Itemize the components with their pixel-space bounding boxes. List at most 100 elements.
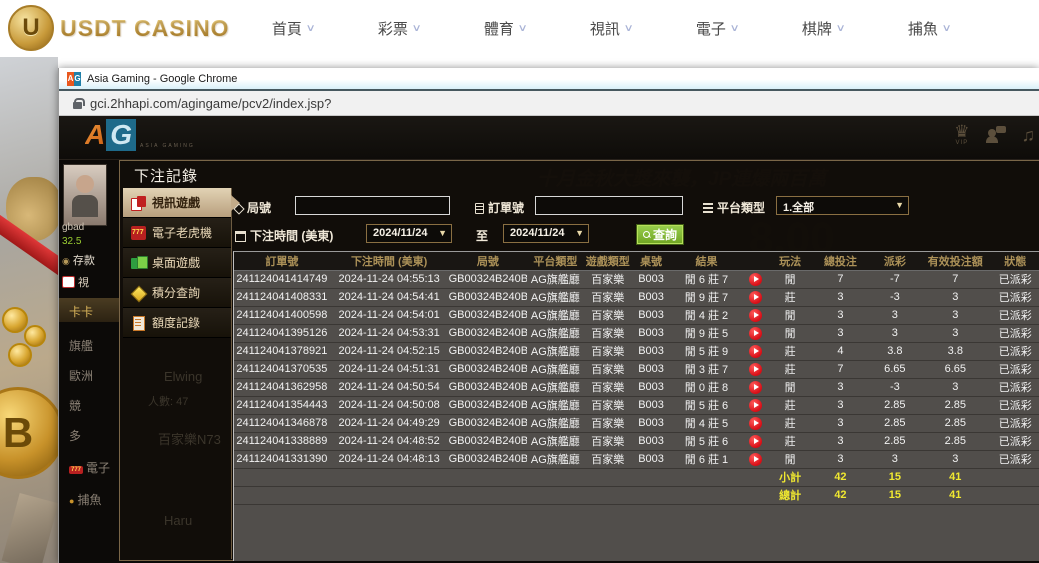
chevron-down-icon: ∨: [411, 23, 421, 34]
cell-status: 已派彩: [991, 360, 1039, 378]
cell-table_no: B003: [632, 306, 670, 324]
ag-header: AG ASIA GAMING ♛VIP ♫: [59, 116, 1039, 160]
customer-service-icon[interactable]: [986, 126, 1006, 144]
platform-type-select[interactable]: 1.全部▼: [776, 196, 909, 215]
cell-game_type: 百家樂: [584, 414, 632, 432]
cell-time: 2024-11-24 04:48:13: [330, 450, 449, 468]
col-header-3: 平台類型: [527, 252, 583, 270]
cell-status: 已派彩: [991, 396, 1039, 414]
spacer: [991, 468, 1039, 486]
cell-platform: AG旗艦廳: [527, 360, 583, 378]
screen: U USDT CASINO 首頁∨彩票∨體育∨視訊∨電子∨棋牌∨捕魚∨ B AG…: [0, 0, 1039, 563]
replay-button[interactable]: [749, 363, 762, 376]
panel-menu-item-2[interactable]: 桌面遊戲: [123, 248, 231, 278]
deposit-button[interactable]: 存款: [62, 252, 95, 268]
replay-button[interactable]: [749, 453, 762, 466]
game-no-input[interactable]: [295, 196, 450, 215]
table-row: 2411240413705352024-11-24 04:51:31GB0032…: [234, 360, 1039, 378]
replay-button[interactable]: [749, 399, 762, 412]
cell-order: 241124041378921: [234, 342, 330, 360]
video-games-lobby-item[interactable]: 視: [62, 274, 89, 290]
cell-play: 莊: [769, 432, 811, 450]
cell-payout: 3: [870, 324, 920, 342]
replay-button[interactable]: [749, 291, 762, 304]
cell-platform: AG旗艦廳: [527, 450, 583, 468]
lobby-menu-item-6[interactable]: 捕魚: [59, 486, 119, 510]
cell-order: 241124041370535: [234, 360, 330, 378]
cell-status: 已派彩: [991, 288, 1039, 306]
nav-item-3[interactable]: 視訊∨: [558, 0, 664, 57]
panel-menu-item-0[interactable]: 視訊遊戲: [123, 188, 231, 218]
replay-button[interactable]: [749, 345, 762, 358]
site-header: U USDT CASINO 首頁∨彩票∨體育∨視訊∨電子∨棋牌∨捕魚∨: [0, 0, 1039, 57]
total-payout: 15: [870, 486, 920, 504]
nav-item-4[interactable]: 電子∨: [664, 0, 770, 57]
cell-platform: AG旗艦廳: [527, 324, 583, 342]
lobby-menu-item-5[interactable]: 電子: [59, 454, 119, 478]
cell-play: 閒: [769, 306, 811, 324]
cell-valid: 6.65: [920, 360, 991, 378]
cell-time: 2024-11-24 04:53:31: [330, 324, 449, 342]
lobby-menu-item-0[interactable]: 卡卡: [59, 298, 119, 322]
date-to-select[interactable]: 2024/11/24▼: [503, 224, 589, 243]
panel-menu-item-3[interactable]: 積分查詢: [123, 278, 231, 308]
cell-bet: 7: [811, 360, 869, 378]
chevron-down-icon: ∨: [305, 23, 315, 34]
background-dealer-label: Elwing: [164, 369, 202, 384]
nav-item-1[interactable]: 彩票∨: [346, 0, 452, 57]
nav-item-0[interactable]: 首頁∨: [240, 0, 346, 57]
cell-status: 已派彩: [991, 270, 1039, 288]
panel-menu-item-4[interactable]: 額度記錄: [123, 308, 231, 338]
site-logo[interactable]: U USDT CASINO: [8, 5, 229, 51]
replay-button[interactable]: [749, 273, 762, 286]
cell-order: 241124041408331: [234, 288, 330, 306]
col-header-6: 結果: [670, 252, 743, 270]
nav-label: 首頁: [272, 18, 302, 39]
nav-item-6[interactable]: 捕魚∨: [876, 0, 982, 57]
cell-valid: 7: [920, 270, 991, 288]
panel-menu-item-1[interactable]: 電子老虎機: [123, 218, 231, 248]
cell-order: 241124041414749: [234, 270, 330, 288]
table-row: 2411240413388892024-11-24 04:48:52GB0032…: [234, 432, 1039, 450]
query-button[interactable]: 查詢: [636, 224, 684, 245]
chrome-titlebar[interactable]: AG Asia Gaming - Google Chrome: [59, 68, 1039, 91]
replay-button[interactable]: [749, 381, 762, 394]
lobby-menu-item-2[interactable]: 歐洲: [59, 362, 119, 386]
total-bet: 42: [811, 486, 869, 504]
cell-game_type: 百家樂: [584, 450, 632, 468]
panel-menu-label: 電子老虎機: [152, 224, 212, 241]
nav-item-5[interactable]: 棋牌∨: [770, 0, 876, 57]
cell-valid: 3.8: [920, 342, 991, 360]
nav-item-2[interactable]: 體育∨: [452, 0, 558, 57]
play-icon: [754, 402, 759, 408]
table-row: 2411240413951262024-11-24 04:53:31GB0032…: [234, 324, 1039, 342]
background-dealer-label: 人數: 47: [148, 393, 188, 409]
cell-play: 莊: [769, 360, 811, 378]
username: gbad: [62, 222, 84, 233]
lobby-menu-item-1[interactable]: 旗艦: [59, 332, 119, 356]
nav-label: 捕魚: [908, 18, 938, 39]
chrome-urlbar[interactable]: gci.2hhapi.com/agingame/pcv2/index.jsp?: [59, 91, 1039, 116]
cell-play_btn: [743, 270, 769, 288]
cell-status: 已派彩: [991, 414, 1039, 432]
replay-button[interactable]: [749, 327, 762, 340]
replay-button[interactable]: [749, 417, 762, 430]
music-icon[interactable]: ♫: [1022, 125, 1036, 146]
lobby-menu-item-4[interactable]: 多: [59, 422, 119, 446]
cell-play_btn: [743, 306, 769, 324]
search-icon: [643, 231, 651, 239]
lobby-menu-item-3[interactable]: 競: [59, 392, 119, 416]
date-from-select[interactable]: 2024/11/24▼: [366, 224, 452, 243]
cell-game: GB00324B240BV: [449, 306, 528, 324]
cell-result: 閒 0 莊 8: [670, 378, 743, 396]
bet-time-label: 下注時間 (美東): [235, 227, 333, 244]
replay-button[interactable]: [749, 309, 762, 322]
cell-game: GB00324B240BU: [449, 324, 528, 342]
cell-play: 莊: [769, 396, 811, 414]
order-no-input[interactable]: [535, 196, 683, 215]
cell-game_type: 百家樂: [584, 432, 632, 450]
replay-button[interactable]: [749, 435, 762, 448]
panel-menu-label: 視訊遊戲: [152, 194, 200, 211]
vip-icon[interactable]: ♛VIP: [954, 124, 969, 146]
ag-logo[interactable]: AG ASIA GAMING: [85, 119, 195, 151]
